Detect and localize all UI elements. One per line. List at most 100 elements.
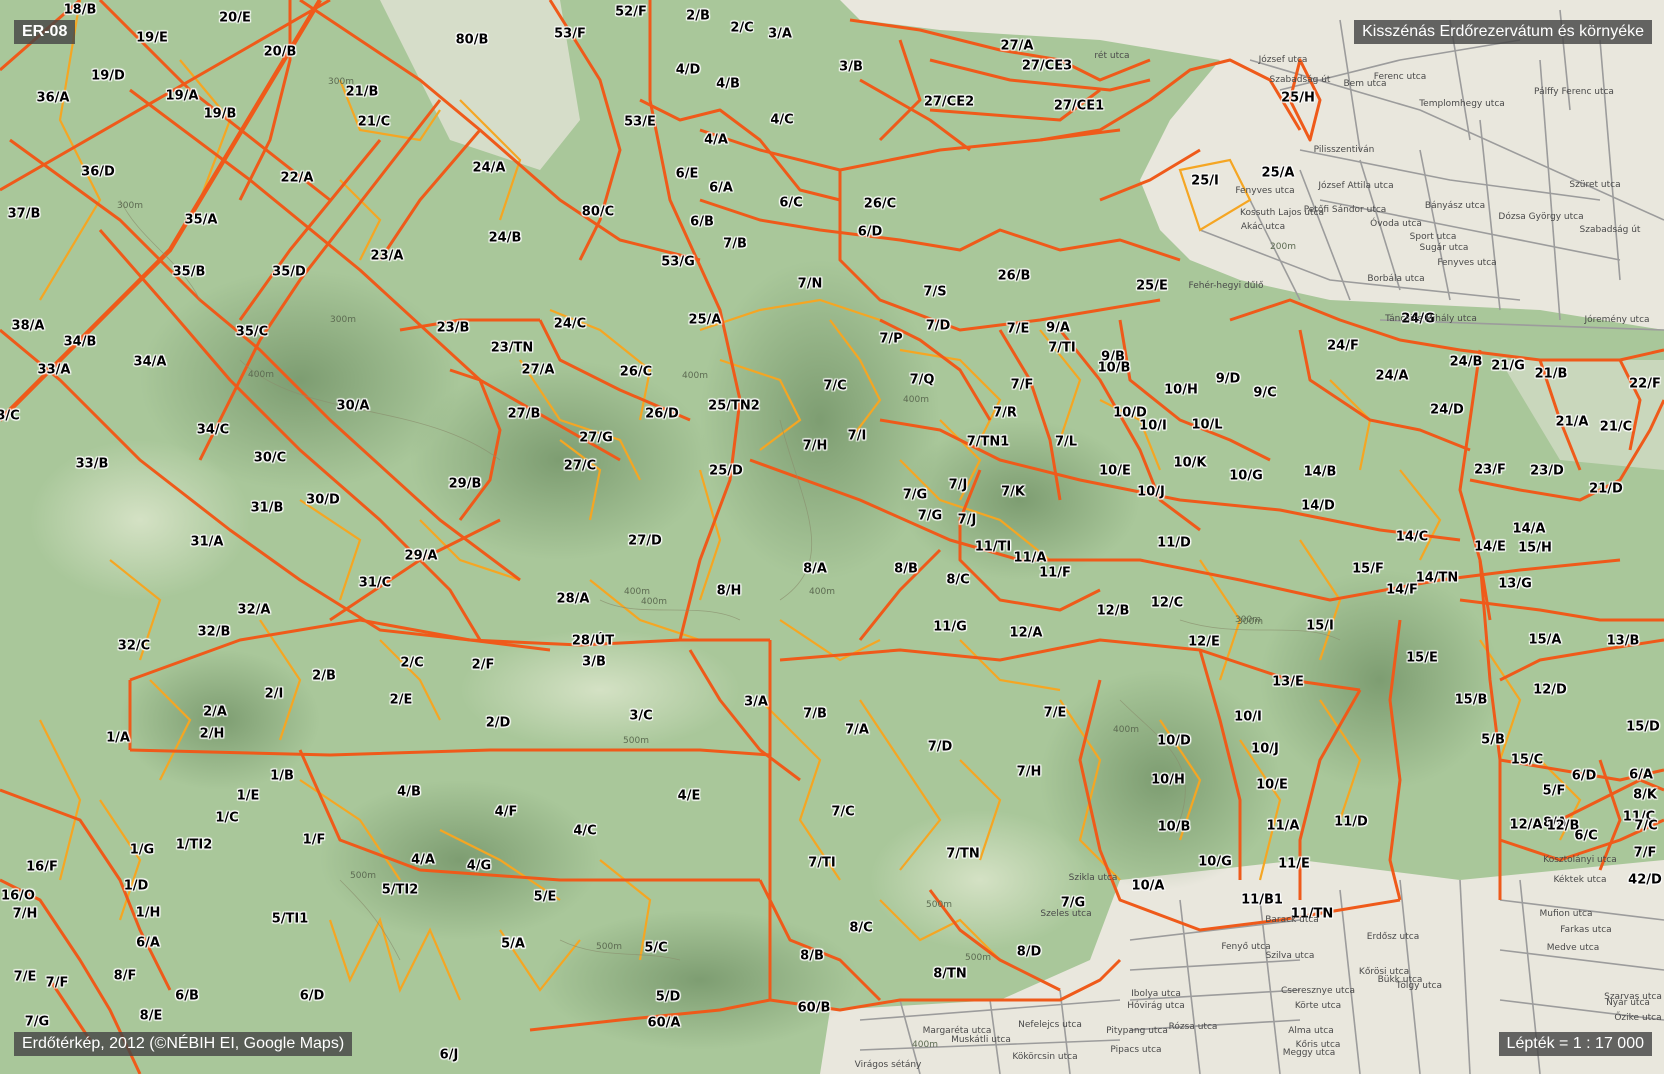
compartment-label: 2/A (203, 704, 227, 720)
compartment-label: 14/A (1512, 521, 1546, 537)
compartment-label: 23/B (436, 320, 470, 336)
map-view[interactable]: 18/B 20/E 19/E 20/B 19/D 36/A 19/A 19/B 80/B 53/F… (0, 0, 1664, 1074)
street-label: Szabadság út (1269, 75, 1331, 85)
street-label: Pálffy Ferenc utca (1534, 87, 1614, 97)
street-label: Sport utca (1409, 232, 1457, 242)
compartment-label: 7/TI (1048, 340, 1076, 356)
compartment-label: 7/F (1010, 377, 1034, 393)
compartment-label: 6/D (857, 224, 883, 240)
contour-label: 400m (1113, 725, 1139, 735)
compartment-label: 31/C (358, 575, 392, 591)
compartment-label: 30/C (253, 450, 287, 466)
compartment-label: 7/J (948, 477, 968, 493)
compartment-label: 36/A (36, 90, 70, 106)
compartment-label: 12/E (1188, 634, 1220, 650)
compartment-label: 11/D (1334, 814, 1368, 830)
compartment-label: 8/C (849, 920, 873, 936)
street-label: Táncsics Mihály utca (1385, 314, 1477, 324)
compartment-label: 4/G (466, 858, 492, 874)
compartment-label: 14/D (1301, 498, 1335, 514)
compartment-label: 7/K (1001, 484, 1025, 500)
street-label: Templomhegy utca (1419, 99, 1505, 109)
compartment-label: 4/B (716, 76, 740, 92)
compartment-label: 6/J (439, 1047, 459, 1063)
compartment-label: 27/C (563, 458, 597, 474)
street-label: Erdősz utca (1366, 932, 1420, 942)
contour-label: 300m (1237, 617, 1263, 627)
compartment-label: 21/B (1534, 366, 1568, 382)
compartment-label: 3/B (839, 59, 863, 75)
street-label: Farkas utca (1560, 925, 1612, 935)
compartment-label: 19/D (91, 68, 125, 84)
compartment-label: 35/A (184, 212, 218, 228)
compartment-label: 11/A (1266, 818, 1300, 834)
compartment-label: 28/ÚT (571, 633, 615, 649)
compartment-label: 27/G (579, 430, 613, 446)
compartment-label: 7/I (847, 428, 867, 444)
compartment-label: 1/D (123, 878, 149, 894)
compartment-label: 6/D (299, 988, 325, 1004)
compartment-label: 4/A (704, 132, 728, 148)
compartment-label: 24/B (488, 230, 522, 246)
contour-label: 400m (809, 587, 835, 597)
street-label: Akác utca (1240, 222, 1286, 232)
street-label: Fehér-hegyi dűlő (1188, 281, 1264, 291)
compartment-label: 3/A (744, 694, 768, 710)
compartment-label: 29/B (448, 476, 482, 492)
compartment-label: 80/C (581, 204, 615, 220)
compartment-label: 11/TI (974, 539, 1012, 555)
compartment-label: 7/J (957, 512, 977, 528)
compartment-label: 2/H (199, 726, 225, 742)
street-label: Barack utca (1265, 915, 1319, 925)
compartment-label: 6/D (1571, 768, 1597, 784)
compartment-label: 27/B (507, 406, 541, 422)
compartment-label: 8/B (800, 948, 824, 964)
compartment-label: 25/A (1261, 165, 1295, 181)
compartment-label: 5/B (1481, 732, 1505, 748)
street-label: Pitypang utca (1106, 1026, 1168, 1036)
compartment-label: 60/B (797, 1000, 831, 1016)
compartment-label: 6/A (709, 180, 733, 196)
street-label: Szarvas utca (1604, 992, 1662, 1002)
compartment-label: 7/A (845, 722, 869, 738)
compartment-label: 25/E (1136, 278, 1168, 294)
street-label: Petőfi Sándor utca (1303, 205, 1387, 215)
compartment-label: 7/F (45, 975, 69, 991)
compartment-label: 1/E (236, 788, 260, 804)
compartment-label: 16/O (1, 888, 35, 904)
compartment-label: 13/G (1498, 576, 1532, 592)
compartment-label: 15/D (1626, 719, 1660, 735)
compartment-label: 8/TN (933, 966, 967, 982)
compartment-label: 1/C (215, 810, 239, 826)
compartment-label: 6/B (175, 988, 199, 1004)
compartment-label: 2/B (686, 8, 710, 24)
compartment-label: 7/B (803, 706, 827, 722)
map-title: Kisszénás Erdőrezervátum és környéke (1354, 20, 1652, 44)
contour-label: 300m (117, 201, 143, 211)
compartment-label: 2/F (471, 657, 495, 673)
street-label: Borbála utca (1367, 274, 1425, 284)
compartment-label: 10/B (1157, 819, 1191, 835)
compartment-label: 1/A (106, 730, 130, 746)
street-label: Pipacs utca (1110, 1045, 1162, 1055)
compartment-label: 7/H (1016, 764, 1042, 780)
compartment-label: 13/B (1606, 633, 1640, 649)
compartment-label: 7/Q (909, 372, 935, 388)
compartment-label: 42/D (1628, 872, 1662, 888)
compartment-label: 11/B1 (1241, 892, 1283, 908)
compartment-label: 7/G (24, 1014, 50, 1030)
compartment-label: 2/E (389, 692, 413, 708)
compartment-label: 12/A (1509, 817, 1543, 833)
street-label: Kőris utca (1295, 1040, 1341, 1050)
street-label: Kosztolányi utca (1543, 855, 1617, 865)
contour-label: 400m (682, 371, 708, 381)
compartment-label: 24/B (1449, 354, 1483, 370)
compartment-label: 7/E (13, 969, 37, 985)
contour-label: 500m (965, 953, 991, 963)
compartment-label: 31/A (190, 534, 224, 550)
compartment-label: 7/TN (946, 846, 980, 862)
compartment-label: 8/C (946, 572, 970, 588)
compartment-label: 31/B (250, 500, 284, 516)
street-label: Kőrösi utca (1358, 967, 1410, 977)
compartment-label: 35/D (272, 264, 306, 280)
